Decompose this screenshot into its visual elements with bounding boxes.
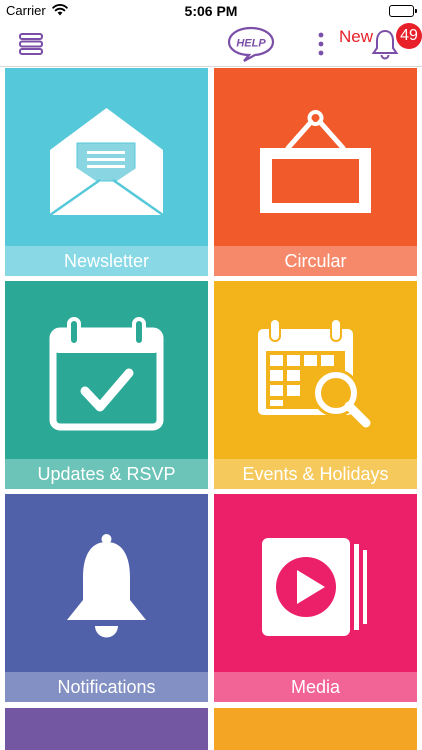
speech-bubble-icon: HELP: [227, 26, 275, 62]
help-logo[interactable]: HELP: [226, 25, 276, 63]
tile-notifications[interactable]: Notifications: [5, 494, 208, 702]
tile-label: Circular: [214, 246, 417, 276]
top-bar: HELP New 49: [0, 22, 422, 66]
tile-newsletter[interactable]: Newsletter: [5, 68, 208, 276]
tile-media[interactable]: Media: [214, 494, 417, 702]
tile-label: Notifications: [5, 672, 208, 702]
hanging-sign-icon: [260, 110, 371, 213]
tile-events-holidays[interactable]: Events & Holidays: [214, 281, 417, 489]
bell-icon: [67, 534, 146, 638]
tile-circular[interactable]: Circular: [214, 68, 417, 276]
notification-count-badge: 49: [396, 23, 422, 49]
tile-label: Newsletter: [5, 246, 208, 276]
more-options-icon[interactable]: [313, 30, 329, 58]
new-label[interactable]: New: [339, 27, 373, 47]
status-bar: Carrier 5:06 PM: [0, 0, 422, 22]
menu-icon[interactable]: [18, 32, 44, 56]
play-icon: [262, 538, 367, 636]
tile-partial-right[interactable]: [214, 708, 417, 750]
status-time: 5:06 PM: [184, 3, 238, 19]
header-divider: [0, 66, 422, 67]
calendar-search-icon: [258, 318, 371, 428]
tile-updates-rsvp[interactable]: Updates & RSVP: [5, 281, 208, 489]
tile-partial-left[interactable]: [5, 708, 208, 750]
help-logo-text: HELP: [236, 38, 266, 50]
envelope-icon: [49, 108, 164, 217]
calendar-check-icon: [49, 317, 164, 431]
tile-label: Events & Holidays: [214, 459, 417, 489]
battery-icon: [389, 5, 417, 17]
tile-label: Updates & RSVP: [5, 459, 208, 489]
tile-label: Media: [214, 672, 417, 702]
